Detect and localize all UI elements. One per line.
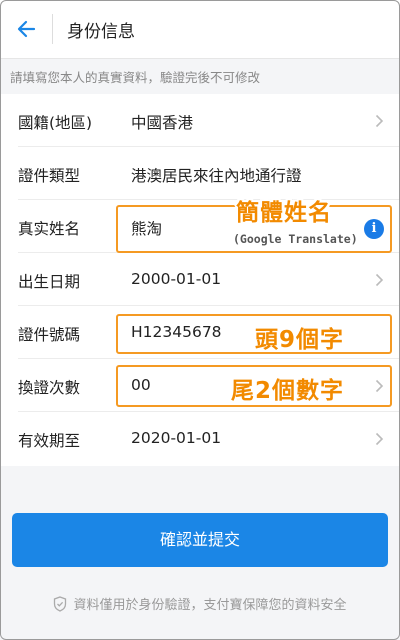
- row-label: 證件號碼: [18, 326, 81, 344]
- id-number-highlight-box: [116, 314, 392, 354]
- submit-button[interactable]: 確認並提交: [12, 513, 388, 567]
- back-arrow-icon[interactable]: [14, 16, 40, 42]
- security-footer: 資料僅用於身份驗證，支付寶保障您的資料安全: [0, 594, 400, 613]
- notice-text: 請填寫您本人的真實資料，驗證完後不可修改: [10, 70, 261, 85]
- row-label: 證件類型: [18, 167, 81, 185]
- row-value: 港澳居民來往內地通行證: [131, 167, 302, 185]
- row-label: 有效期至: [18, 432, 81, 450]
- notice-bar: 請填寫您本人的真實資料，驗證完後不可修改: [0, 59, 400, 93]
- identity-form: 國籍(地區) 中國香港 證件類型 港澳居民來往內地通行證 真实姓名 熊淘 出生日…: [0, 94, 400, 466]
- annotation-first-9-chars: 頭9個字: [255, 327, 345, 353]
- row-label: 國籍(地區): [18, 114, 93, 132]
- info-icon[interactable]: i: [364, 219, 384, 239]
- row-label: 換證次數: [18, 379, 81, 397]
- row-label: 出生日期: [18, 273, 81, 291]
- header-divider: [52, 14, 53, 44]
- row-expiry-date[interactable]: 有效期至 2020-01-01: [0, 412, 400, 465]
- row-value: 2000-01-01: [131, 270, 222, 288]
- chevron-right-icon: [375, 432, 384, 446]
- row-label: 真实姓名: [18, 220, 81, 238]
- row-value: 2020-01-01: [131, 429, 222, 447]
- page-title: 身份信息: [67, 22, 135, 42]
- top-bar: 身份信息: [0, 0, 400, 59]
- row-id-type[interactable]: 證件類型 港澳居民來往內地通行證: [0, 147, 400, 200]
- footer-text: 資料僅用於身份驗證，支付寶保障您的資料安全: [73, 598, 347, 613]
- chevron-right-icon: [375, 273, 384, 287]
- row-birth-date[interactable]: 出生日期 2000-01-01: [0, 253, 400, 306]
- row-nationality[interactable]: 國籍(地區) 中國香港: [0, 94, 400, 147]
- row-value: 中國香港: [131, 114, 194, 132]
- annotation-last-2-digits: 尾2個數字: [231, 378, 345, 404]
- annotation-simplified-name: 簡體姓名: [236, 200, 332, 226]
- shield-icon: [54, 596, 67, 612]
- annotation-google-translate: (Google Translate): [233, 232, 358, 246]
- chevron-right-icon: [375, 114, 384, 128]
